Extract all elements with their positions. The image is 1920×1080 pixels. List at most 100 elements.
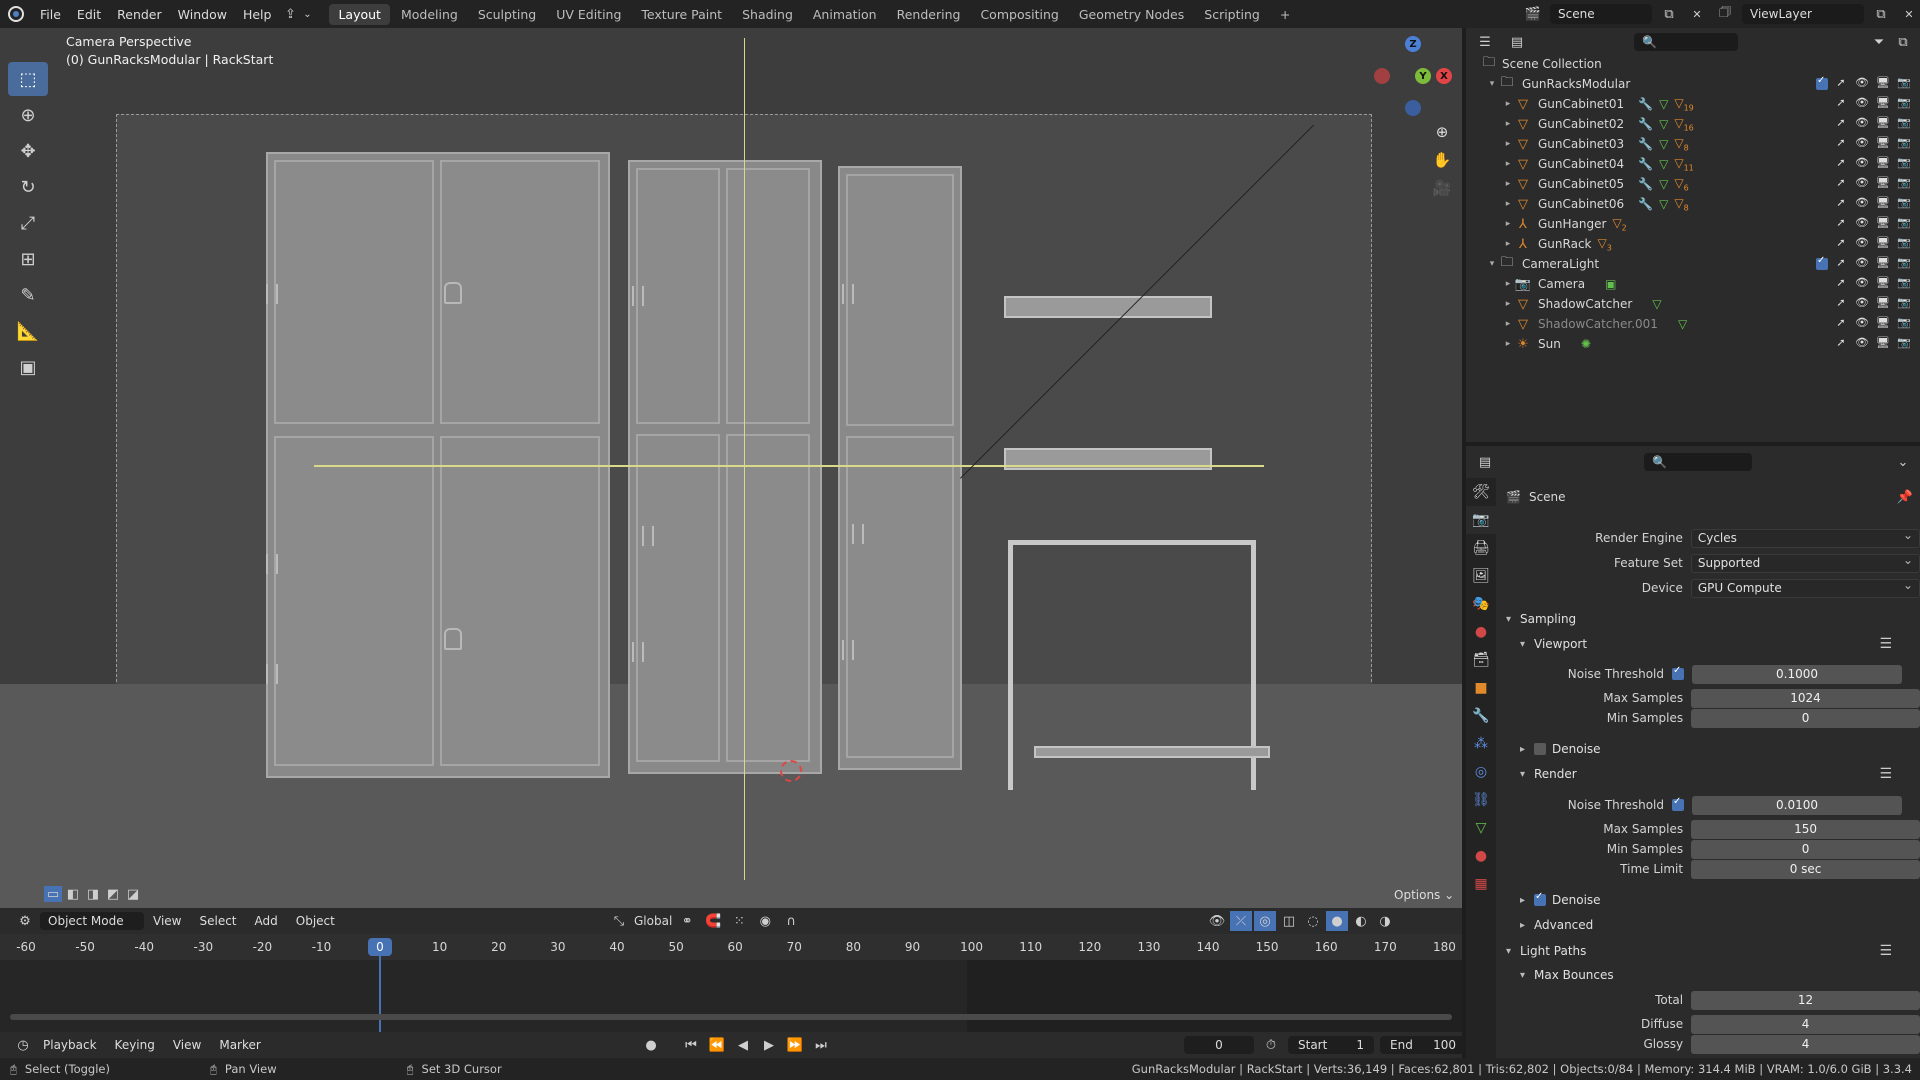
disclosure-triangle-icon[interactable]: ▸ [1502, 179, 1514, 189]
outliner-row[interactable]: ▾🗀 CameraLight ➚ 👁 🖥 📷 [1466, 254, 1920, 274]
outliner-row[interactable]: ▸ ▽ GunCabinet05 🔧 ▽ ▽6 ➚ 👁 🖥 📷 [1466, 174, 1920, 194]
modifier-wrench-icon[interactable]: 🔧 [1638, 117, 1653, 131]
disclosure-triangle-icon[interactable]: ▾ [1486, 259, 1498, 269]
menu-marker[interactable]: Marker [210, 1038, 269, 1052]
selectable-arrow-icon[interactable]: ➚ [1833, 196, 1849, 212]
mesh-data-icon[interactable]: ▽ [1659, 137, 1668, 151]
selectable-arrow-icon[interactable]: ➚ [1833, 256, 1849, 272]
menu-select[interactable]: Select [190, 914, 245, 928]
view-layer-icon[interactable]: 🗇 [1714, 4, 1736, 24]
world-tab-icon[interactable]: ● [1466, 618, 1496, 646]
overlay-icon[interactable]: ◎ [1254, 911, 1276, 931]
vp-denoise-checkbox[interactable] [1534, 743, 1546, 755]
monitor-icon[interactable]: 🖥 [1875, 156, 1891, 172]
gun-hanger-shelf[interactable] [1004, 296, 1212, 318]
render-engine-select[interactable]: Cycles [1690, 527, 1920, 548]
monitor-icon[interactable]: 🖥 [1875, 196, 1891, 212]
monitor-icon[interactable]: 🖥 [1875, 296, 1891, 312]
device-select[interactable]: GPU Compute [1690, 577, 1920, 598]
render-camera-icon[interactable]: 📷 [1896, 96, 1912, 112]
mode-selector[interactable]: Object Mode [40, 912, 144, 930]
r-denoise-checkbox[interactable] [1534, 891, 1546, 906]
total-field[interactable]: 12 [1691, 990, 1920, 1010]
gizmo-toggle-icon[interactable]: ⤫ [1230, 911, 1252, 931]
monitor-icon[interactable]: 🖥 [1875, 216, 1891, 232]
child-count-icon[interactable]: ▽8 [1674, 136, 1688, 152]
mesh-data-icon[interactable]: ▽ [1652, 297, 1661, 311]
r-denoise-subsection[interactable]: ▸ Denoise [1520, 889, 1601, 911]
render-subsection[interactable]: ▾ Render [1520, 763, 1577, 785]
add-workspace-button[interactable]: + [1271, 4, 1299, 25]
light-paths-section[interactable]: ▾ Light Paths [1506, 940, 1586, 962]
presets-list-icon[interactable]: ☰ [1879, 766, 1892, 782]
monitor-icon[interactable]: 🖥 [1875, 76, 1891, 92]
visibility-icon[interactable]: 👁 [1206, 911, 1228, 931]
view-layer-selector[interactable]: ViewLayer [1742, 4, 1864, 24]
mesh-data-icon[interactable]: ▽ [1659, 117, 1668, 131]
menu-help[interactable]: Help [235, 7, 280, 22]
disclosure-triangle-icon[interactable]: ▸ [1502, 239, 1514, 249]
material-shading-icon[interactable]: ◐ [1350, 911, 1372, 931]
display-mode-icon[interactable]: ▤ [1506, 32, 1528, 52]
modifier-wrench-icon[interactable]: 🔧 [1638, 137, 1653, 151]
render-camera-icon[interactable]: 📷 [1896, 276, 1912, 292]
tab-geometry-nodes[interactable]: Geometry Nodes [1070, 4, 1193, 25]
feature-set-select[interactable]: Supported [1690, 552, 1920, 573]
outliner-row[interactable]: ▸ ▽ GunCabinet01 🔧 ▽ ▽19 ➚ 👁 🖥 📷 [1466, 94, 1920, 114]
move-icon[interactable]: ✥ [8, 134, 48, 168]
tab-shading[interactable]: Shading [733, 4, 802, 25]
snap-grid-icon[interactable]: ⁙ [728, 911, 750, 931]
prev-keyframe-icon[interactable]: ⏪ [706, 1035, 728, 1055]
disclosure-triangle-icon[interactable]: ▸ [1502, 139, 1514, 149]
vp-max-field[interactable]: 1024 [1691, 688, 1920, 708]
render-camera-icon[interactable]: 📷 [1896, 316, 1912, 332]
new-scene-icon[interactable]: ⧉ [1658, 4, 1680, 24]
disclosure-triangle-icon[interactable]: ▸ [1502, 159, 1514, 169]
outliner-row[interactable]: ▾🗀 GunRacksModular ➚ 👁 🖥 📷 [1466, 74, 1920, 94]
pan-hand-icon[interactable]: ✋ [1430, 148, 1454, 172]
close-icon[interactable]: ✕ [1686, 4, 1708, 24]
tab-modeling[interactable]: Modeling [392, 4, 467, 25]
scene-icon[interactable]: 🎬 [1522, 4, 1544, 24]
presets-list-icon[interactable]: ☰ [1879, 636, 1892, 652]
render-camera-icon[interactable]: 📷 [1896, 236, 1912, 252]
menu-view[interactable]: View [144, 914, 190, 928]
eye-icon[interactable]: 👁 [1854, 216, 1870, 232]
render-tab-icon[interactable]: 📷 [1466, 506, 1496, 534]
snap-icon[interactable]: 🧲 [702, 911, 724, 931]
r-min-field[interactable]: 0 [1691, 839, 1920, 859]
selectable-arrow-icon[interactable]: ➚ [1833, 176, 1849, 192]
menu-timeline-view[interactable]: View [164, 1038, 210, 1052]
3d-cursor-icon[interactable] [780, 760, 802, 782]
select-box-icon[interactable]: ⬚ [8, 62, 48, 96]
selectable-arrow-icon[interactable]: ➚ [1833, 336, 1849, 352]
rotate-icon[interactable]: ↻ [8, 170, 48, 204]
child-count-icon[interactable]: ▽11 [1674, 156, 1693, 172]
max-bounces-subsection[interactable]: ▾ Max Bounces [1520, 964, 1614, 986]
tab-compositing[interactable]: Compositing [971, 4, 1067, 25]
disclosure-triangle-icon[interactable]: ▸ [1502, 219, 1514, 229]
mesh-data-icon[interactable]: ▽ [1659, 197, 1668, 211]
eye-icon[interactable]: 👁 [1854, 156, 1870, 172]
output-tab-icon[interactable]: 🖨 [1466, 534, 1496, 562]
play-icon[interactable]: ▶ [758, 1035, 780, 1055]
render-camera-icon[interactable]: 📷 [1896, 156, 1912, 172]
menu-window[interactable]: Window [170, 7, 235, 22]
monitor-icon[interactable]: 🖥 [1875, 336, 1891, 352]
tab-texture-paint[interactable]: Texture Paint [632, 4, 731, 25]
disclosure-triangle-icon[interactable]: ▸ [1502, 319, 1514, 329]
new-collection-icon[interactable]: ⧉ [1892, 32, 1914, 52]
proportional-edit-icon[interactable]: ◉ [754, 911, 776, 931]
render-camera-icon[interactable]: 📷 [1896, 216, 1912, 232]
outliner-row[interactable]: ▸ ▽ GunCabinet02 🔧 ▽ ▽16 ➚ 👁 🖥 📷 [1466, 114, 1920, 134]
playhead[interactable]: 0 [368, 938, 392, 956]
outliner-row[interactable]: ▸ ▽ ShadowCatcher ▽ ➚ 👁 🖥 📷 [1466, 294, 1920, 314]
modifier-wrench-icon[interactable]: 🔧 [1638, 97, 1653, 111]
eye-icon[interactable]: 👁 [1854, 76, 1870, 92]
eye-icon[interactable]: 👁 [1854, 316, 1870, 332]
object-tab-icon[interactable]: ■ [1466, 674, 1496, 702]
blender-logo-icon[interactable] [8, 6, 24, 22]
glossy-field[interactable]: 4 [1691, 1034, 1920, 1054]
selectable-arrow-icon[interactable]: ➚ [1833, 116, 1849, 132]
menu-render[interactable]: Render [109, 7, 170, 22]
